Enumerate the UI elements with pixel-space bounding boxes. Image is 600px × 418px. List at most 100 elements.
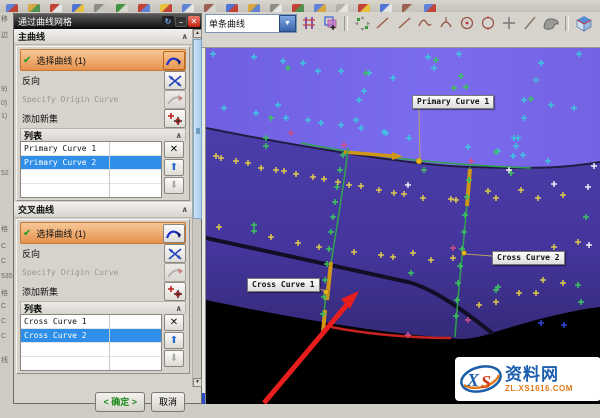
- primary-origin-curve-row: Specify Origin Curve: [20, 90, 186, 109]
- scrollbar-thumb[interactable]: [193, 39, 202, 219]
- dialog-minimize-icon[interactable]: −: [175, 16, 187, 27]
- add-new-set-icon[interactable]: [164, 109, 186, 128]
- specify-origin-curve-icon: [164, 90, 186, 109]
- background-text-fragment: 52: [1, 170, 9, 177]
- dialog-reset-icon[interactable]: ↻: [162, 16, 174, 27]
- toolbar-icon-fragment[interactable]: [248, 4, 260, 12]
- background-text-fragment: 移: [1, 14, 8, 24]
- watermark-name: 资料网: [505, 366, 573, 383]
- move-up-icon[interactable]: ⬆: [164, 159, 184, 176]
- background-text-fragment: 9): [1, 86, 7, 93]
- background-text-fragment: C: [1, 258, 6, 265]
- remove-item-icon[interactable]: ✕: [164, 314, 184, 331]
- primary-curve-list[interactable]: Primary Curve 1Primary Curve 2: [20, 141, 162, 198]
- toolbar-icon-fragment[interactable]: [358, 4, 370, 12]
- toolbar-icon-fragment[interactable]: [160, 4, 172, 12]
- toolbar-icon-fragment[interactable]: [28, 4, 40, 12]
- primary-reverse-row[interactable]: 反向: [20, 71, 186, 90]
- list-row[interactable]: Primary Curve 2: [21, 156, 161, 170]
- line-icon-2[interactable]: [395, 14, 413, 32]
- add-patch-icon[interactable]: [321, 14, 339, 32]
- cross-add-set-row[interactable]: 添加新集: [20, 282, 186, 301]
- watermark-badge: X S 资料网 ZL.XS1616.COM: [455, 357, 600, 401]
- list-row[interactable]: [21, 357, 161, 371]
- dialog-scrollbar[interactable]: ▲ ▼: [192, 29, 201, 387]
- viewport-canvas[interactable]: Primary Curve 1Cross Curve 1Cross Curve …: [205, 48, 600, 404]
- toolbar-icon-fragment[interactable]: [94, 4, 106, 12]
- reverse-direction-icon[interactable]: [164, 71, 186, 90]
- toolbar-icon-fragment[interactable]: [226, 4, 238, 12]
- circle-icon[interactable]: [479, 14, 497, 32]
- point-plus-icon[interactable]: [500, 14, 518, 32]
- toolbar-icon-fragment[interactable]: [50, 4, 62, 12]
- list-row[interactable]: Cross Curve 2: [21, 329, 161, 343]
- toolbar-second-row: 单条曲线 ▼: [200, 12, 600, 34]
- cross-select-curve-row[interactable]: ✔ 选择曲线 (1): [20, 222, 186, 244]
- toolbar-top-row: [0, 0, 600, 12]
- spline-icon[interactable]: [416, 14, 434, 32]
- add-new-set-icon[interactable]: [164, 282, 186, 301]
- pan-icon[interactable]: [353, 14, 371, 32]
- select-curve-icon[interactable]: [163, 224, 185, 243]
- toolbar-icon-fragment[interactable]: [336, 4, 348, 12]
- background-text-fragment: C: [1, 243, 6, 250]
- cross-curve-list[interactable]: Cross Curve 1Cross Curve 2: [20, 314, 162, 371]
- viewport-point-marker: [538, 320, 544, 326]
- grid-hash-icon[interactable]: [300, 14, 318, 32]
- remove-item-icon[interactable]: ✕: [164, 141, 184, 158]
- toolbar-icon-fragment[interactable]: [270, 4, 282, 12]
- toolbar-icon-fragment[interactable]: [424, 4, 436, 12]
- ok-button[interactable]: < 确定 >: [95, 392, 145, 412]
- list-row[interactable]: Primary Curve 1: [21, 142, 161, 156]
- toolbar-icon-fragment[interactable]: [292, 4, 304, 12]
- collapse-caret-icon[interactable]: ∧: [182, 32, 189, 41]
- move-down-icon: ⬇: [164, 350, 184, 367]
- toolbar-icon-fragment[interactable]: [204, 4, 216, 12]
- select-curve-icon[interactable]: [163, 51, 185, 70]
- line-icon[interactable]: [374, 14, 392, 32]
- primary-curves-section-header[interactable]: 主曲线∧: [14, 29, 192, 45]
- surface-blob-icon[interactable]: [542, 14, 560, 32]
- fillet-arc-icon[interactable]: [437, 14, 455, 32]
- slash-icon[interactable]: [521, 14, 539, 32]
- toolbar-icon-fragment[interactable]: [380, 4, 392, 12]
- toolbar-icon-fragment[interactable]: [138, 4, 150, 12]
- scroll-up-icon[interactable]: ▲: [193, 29, 202, 38]
- toolbar-icon-fragment[interactable]: [182, 4, 194, 12]
- primary-select-curve-row[interactable]: ✔ 选择曲线 (1): [20, 49, 186, 71]
- solid-box-icon[interactable]: [574, 14, 592, 32]
- list-row[interactable]: Cross Curve 1: [21, 315, 161, 329]
- list-row[interactable]: [21, 184, 161, 198]
- dialog-title: 通过曲线网格: [18, 15, 162, 28]
- cross-curves-section-header[interactable]: 交叉曲线∧: [14, 202, 192, 218]
- collapse-caret-icon[interactable]: ∧: [176, 131, 183, 140]
- background-text-fragment: 格: [1, 224, 8, 234]
- toolbar-icon-fragment[interactable]: [314, 4, 326, 12]
- dialog-close-icon[interactable]: ✕: [188, 16, 200, 27]
- through-curve-mesh-dialog: 通过曲线网格 ↻ − ✕ 主曲线∧ ✔ 选择曲线 (1) 反向 Spec: [13, 13, 202, 404]
- collapse-caret-icon[interactable]: ∧: [182, 205, 189, 214]
- svg-text:X: X: [466, 370, 480, 390]
- curve-rule-dropdown[interactable]: 单条曲线 ▼: [205, 14, 297, 33]
- move-up-icon[interactable]: ⬆: [164, 332, 184, 349]
- reverse-direction-icon[interactable]: [164, 244, 186, 263]
- cross-reverse-row[interactable]: 反向: [20, 244, 186, 263]
- circle-center-icon[interactable]: [458, 14, 476, 32]
- cross-list-header[interactable]: 列表∧: [20, 301, 186, 314]
- list-row[interactable]: [21, 170, 161, 184]
- list-row[interactable]: [21, 343, 161, 357]
- primary-list-header[interactable]: 列表∧: [20, 128, 186, 141]
- primary-curve-handle[interactable]: [416, 158, 422, 164]
- dialog-titlebar[interactable]: 通过曲线网格 ↻ − ✕: [14, 14, 201, 29]
- primary-add-set-row[interactable]: 添加新集: [20, 109, 186, 128]
- toolbar-icon-fragment[interactable]: [116, 4, 128, 12]
- cancel-button[interactable]: 取消: [151, 392, 185, 412]
- chevron-down-icon[interactable]: ▼: [279, 15, 296, 32]
- toolbar-icon-fragment[interactable]: [72, 4, 84, 12]
- toolbar-icon-fragment[interactable]: [402, 4, 414, 12]
- scroll-down-icon[interactable]: ▼: [193, 378, 202, 387]
- collapse-caret-icon[interactable]: ∧: [176, 304, 183, 313]
- toolbar-icon-fragment[interactable]: [6, 4, 18, 12]
- toolbar-separator: [344, 16, 348, 31]
- cross-origin-curve-row: Specify Origin Curve: [20, 263, 186, 282]
